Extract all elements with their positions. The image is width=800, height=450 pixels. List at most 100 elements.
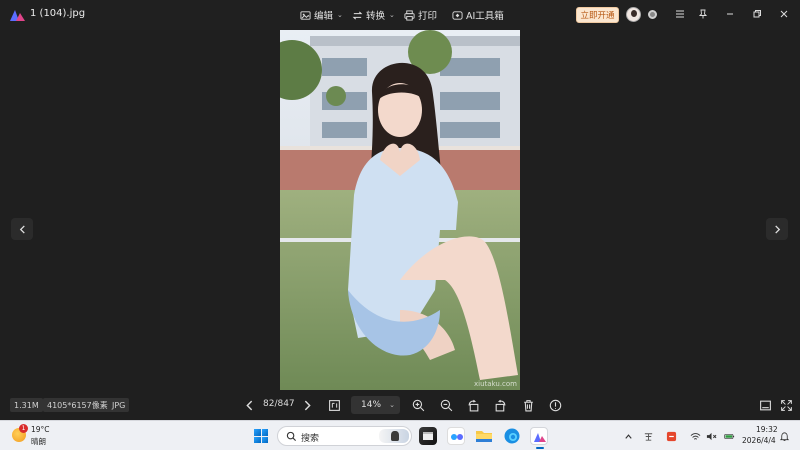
speaker-muted-icon bbox=[706, 432, 716, 440]
taskbar-app-file-explorer[interactable] bbox=[475, 427, 493, 445]
search-placeholder: 搜索 bbox=[301, 434, 320, 444]
bottom-toolbar: 1.31M 4105*6157像素 JPG 82/847 14% ⌄ bbox=[0, 390, 800, 420]
clock-date[interactable]: 2026/4/4 bbox=[742, 436, 776, 445]
minimize-button[interactable] bbox=[724, 8, 736, 20]
restore-button[interactable] bbox=[751, 8, 763, 20]
search-highlight-image bbox=[379, 429, 409, 443]
previous-page-button[interactable] bbox=[242, 398, 256, 412]
print-button[interactable]: 打印 bbox=[404, 8, 437, 22]
thumbnail-icon bbox=[759, 400, 771, 410]
clock-time[interactable]: 19:32 bbox=[756, 425, 778, 434]
menu-icon bbox=[676, 10, 684, 18]
chevron-down-icon: ⌄ bbox=[389, 11, 395, 19]
convert-icon bbox=[352, 10, 363, 20]
ai-toolbox-button[interactable]: AI工具箱 bbox=[452, 8, 504, 22]
thumbnail-button[interactable] bbox=[758, 398, 772, 412]
zoom-in-button[interactable] bbox=[411, 398, 425, 412]
network-app-icon bbox=[451, 434, 463, 440]
chevron-down-icon: ⌄ bbox=[337, 11, 343, 19]
previous-image-button[interactable] bbox=[11, 218, 33, 240]
image-viewer-app-icon bbox=[534, 433, 546, 442]
notification-badge: 1 bbox=[19, 424, 28, 433]
search-icon bbox=[286, 431, 297, 442]
input-method-button[interactable] bbox=[642, 430, 654, 442]
theme-icon[interactable] bbox=[648, 10, 657, 19]
convert-label: 转换 bbox=[366, 11, 386, 22]
windows-logo-icon bbox=[254, 429, 261, 436]
photo[interactable]: xiutaku.com bbox=[280, 30, 520, 390]
ai-toolbox-label: AI工具箱 bbox=[466, 11, 504, 22]
zoom-value: 14% bbox=[361, 400, 382, 410]
app-logo-icon bbox=[10, 10, 25, 21]
notification-center-button[interactable] bbox=[778, 430, 790, 442]
title-bar: 1 (104).jpg 编辑 ⌄ 转换 ⌄ 打印 AI工具箱 立即开通 bbox=[0, 0, 800, 30]
menu-button[interactable] bbox=[674, 8, 686, 20]
show-hidden-icons-button[interactable] bbox=[622, 430, 634, 442]
browser-icon bbox=[504, 428, 520, 444]
trash-icon bbox=[523, 399, 533, 411]
vip-activate-button[interactable]: 立即开通 bbox=[576, 7, 619, 23]
photo-illustration: xiutaku.com bbox=[280, 30, 520, 390]
wifi-icon bbox=[690, 432, 700, 440]
zoom-select[interactable]: 14% ⌄ bbox=[351, 396, 400, 414]
fit-to-window-button[interactable] bbox=[327, 398, 341, 412]
dimensions-badge: 4105*6157像素 bbox=[43, 398, 112, 412]
zoom-out-button[interactable] bbox=[439, 398, 453, 412]
rotate-right-icon bbox=[495, 399, 505, 411]
zoom-in-icon bbox=[412, 399, 424, 411]
info-button[interactable] bbox=[548, 398, 562, 412]
rotate-left-icon bbox=[468, 399, 478, 411]
taskbar-app-image-viewer[interactable] bbox=[530, 427, 548, 449]
watermark: xiutaku.com bbox=[474, 380, 517, 388]
chevron-right-icon bbox=[774, 224, 780, 234]
pin-icon bbox=[698, 9, 708, 19]
pin-button[interactable] bbox=[697, 8, 709, 20]
edit-image-icon bbox=[300, 10, 311, 20]
next-image-button[interactable] bbox=[766, 218, 788, 240]
convert-button[interactable]: 转换 ⌄ bbox=[352, 8, 395, 22]
zoom-out-icon bbox=[440, 399, 452, 411]
wifi-status[interactable] bbox=[689, 430, 701, 442]
printer-icon bbox=[404, 9, 415, 21]
fullscreen-button[interactable] bbox=[779, 398, 793, 412]
volume-status[interactable] bbox=[705, 430, 717, 442]
ai-toolbox-icon bbox=[452, 10, 463, 20]
chevron-down-icon: ⌄ bbox=[389, 401, 395, 409]
chevron-left-icon bbox=[245, 400, 252, 410]
start-button[interactable] bbox=[254, 429, 268, 443]
taskbar-app-edge[interactable] bbox=[503, 427, 521, 445]
user-avatar[interactable] bbox=[626, 7, 641, 22]
restore-icon bbox=[753, 10, 761, 18]
edit-label: 编辑 bbox=[314, 11, 334, 22]
terminal-icon bbox=[423, 432, 433, 440]
weather-temperature[interactable]: 19°C bbox=[31, 425, 50, 434]
close-icon bbox=[780, 10, 788, 18]
format-badge: JPG bbox=[108, 398, 130, 412]
bell-icon bbox=[779, 431, 789, 441]
rotate-left-button[interactable] bbox=[466, 398, 480, 412]
edit-button[interactable]: 编辑 ⌄ bbox=[300, 8, 343, 22]
folder-icon bbox=[476, 431, 492, 442]
battery-icon bbox=[723, 433, 734, 439]
close-button[interactable] bbox=[778, 8, 790, 20]
print-label: 打印 bbox=[418, 11, 438, 22]
keyboard-layout-icon bbox=[644, 432, 652, 441]
image-viewer[interactable]: xiutaku.com bbox=[0, 30, 800, 390]
fit-window-icon bbox=[328, 399, 340, 411]
taskbar-search[interactable]: 搜索 bbox=[277, 426, 412, 446]
chevron-up-icon bbox=[624, 433, 632, 439]
info-icon bbox=[549, 399, 561, 411]
tray-app-button[interactable] bbox=[665, 430, 677, 442]
taskbar-app-terminal[interactable] bbox=[419, 427, 437, 445]
next-page-button[interactable] bbox=[300, 398, 314, 412]
minimize-icon bbox=[727, 13, 733, 15]
page-counter: 82/847 bbox=[263, 399, 295, 409]
rotate-right-button[interactable] bbox=[493, 398, 507, 412]
battery-status[interactable] bbox=[721, 430, 737, 442]
delete-button[interactable] bbox=[521, 398, 535, 412]
weather-description[interactable]: 晴朗 bbox=[31, 436, 46, 447]
chevron-right-icon bbox=[304, 400, 311, 410]
chevron-left-icon bbox=[19, 224, 25, 234]
tray-app-icon bbox=[666, 431, 676, 441]
taskbar-app-network[interactable] bbox=[447, 427, 465, 445]
